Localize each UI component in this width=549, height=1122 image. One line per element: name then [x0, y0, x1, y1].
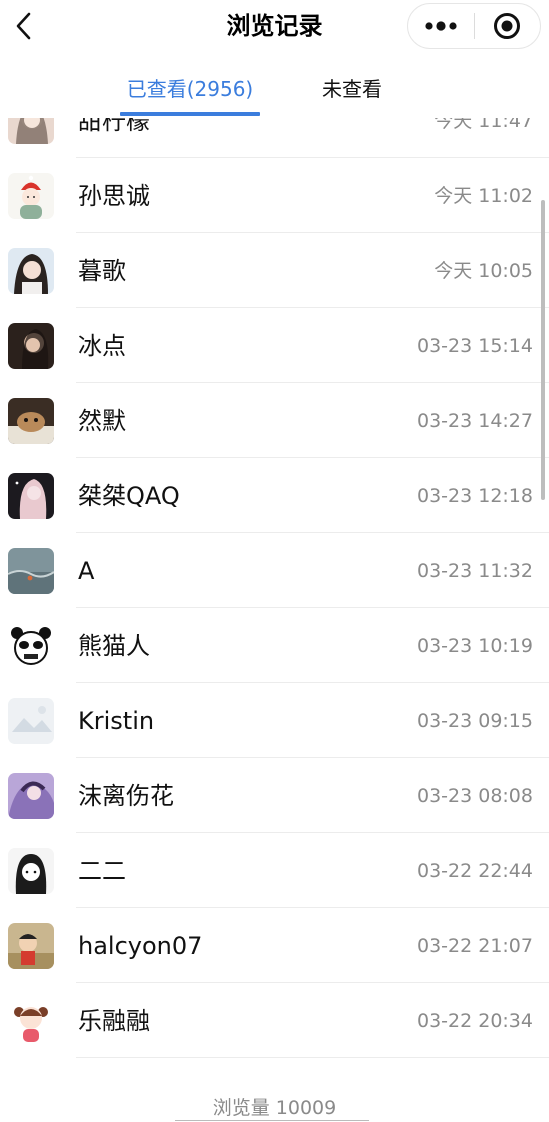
footer-divider	[175, 1120, 369, 1121]
avatar	[8, 173, 54, 219]
list-item[interactable]: 桀桀QAQ 03-23 12:18	[0, 458, 549, 533]
record-time: 03-23 15:14	[416, 335, 533, 357]
record-time: 03-22 21:07	[416, 935, 533, 957]
record-time: 今天 11:02	[434, 185, 533, 207]
tab-unviewed[interactable]: 未查看	[316, 72, 388, 106]
avatar	[8, 923, 54, 969]
nav-bar: 浏览记录	[0, 0, 549, 52]
avatar	[8, 548, 54, 594]
record-name: 孙思诚	[78, 182, 150, 210]
record-time: 03-23 11:32	[416, 560, 533, 582]
record-time: 03-23 08:08	[416, 785, 533, 807]
avatar	[8, 473, 54, 519]
record-name: 冰点	[78, 332, 126, 360]
record-time: 今天 11:47	[434, 118, 533, 132]
record-time: 03-22 22:44	[416, 860, 533, 882]
avatar	[8, 323, 54, 369]
avatar	[8, 998, 54, 1044]
record-name: 桀桀QAQ	[78, 482, 180, 510]
record-name: A	[78, 557, 95, 585]
list-item[interactable]: 熊猫人 03-23 10:19	[0, 608, 549, 683]
list-item[interactable]: halcyon07 03-22 21:07	[0, 908, 549, 983]
list-item[interactable]: Kristin 03-23 09:15	[0, 683, 549, 758]
view-count: 浏览量 10009	[212, 1097, 337, 1119]
avatar	[8, 848, 54, 894]
list-item[interactable]: 孙思诚 今天 11:02	[0, 158, 549, 233]
record-name: 沫离伤花	[78, 782, 174, 810]
tab-viewed[interactable]: 已查看(2956)	[120, 72, 260, 106]
record-time: 03-22 20:34	[416, 1010, 533, 1032]
record-list-viewport[interactable]: 甜柠檬 今天 11:47 孙思诚 今天 11:02 暮歌 今天 10:05 冰点	[0, 118, 549, 1080]
scrollbar[interactable]	[541, 200, 545, 500]
list-item[interactable]: 冰点 03-23 15:14	[0, 308, 549, 383]
avatar	[8, 118, 54, 144]
list-item[interactable]: 甜柠檬 今天 11:47	[0, 118, 549, 158]
record-name: 乐融融	[78, 1007, 150, 1035]
record-name: 然默	[78, 407, 126, 435]
mini-program-capsule	[407, 3, 541, 49]
record-name: 二二	[78, 857, 126, 885]
record-time: 03-23 12:18	[416, 485, 533, 507]
avatar	[8, 773, 54, 819]
record-name: 熊猫人	[78, 632, 150, 660]
close-button[interactable]	[475, 4, 541, 48]
record-time: 03-23 09:15	[416, 710, 533, 732]
avatar	[8, 248, 54, 294]
record-time: 03-23 10:19	[416, 635, 533, 657]
list-item[interactable]: 乐融融 03-22 20:34	[0, 983, 549, 1058]
tab-bar: 已查看(2956) 未查看	[0, 62, 549, 118]
list-item[interactable]: 然默 03-23 14:27	[0, 383, 549, 458]
record-name: Kristin	[78, 707, 155, 735]
record-list: 甜柠檬 今天 11:47 孙思诚 今天 11:02 暮歌 今天 10:05 冰点	[0, 118, 549, 1080]
more-dots-icon	[425, 21, 457, 31]
record-name: 暮歌	[78, 257, 126, 285]
list-item[interactable]: 暮歌 今天 10:05	[0, 233, 549, 308]
record-name: halcyon07	[78, 932, 203, 960]
avatar	[8, 398, 54, 444]
more-button[interactable]	[408, 4, 474, 48]
record-time: 03-23 14:27	[416, 410, 533, 432]
footer: 浏览量 10009	[0, 1080, 549, 1122]
list-item[interactable]: 沫离伤花 03-23 08:08	[0, 758, 549, 833]
avatar	[8, 698, 54, 744]
record-time: 今天 10:05	[434, 260, 533, 282]
list-item[interactable]	[0, 1058, 549, 1080]
list-item[interactable]: A 03-23 11:32	[0, 533, 549, 608]
target-close-icon	[494, 13, 521, 39]
avatar	[8, 623, 54, 669]
avatar	[8, 1073, 54, 1080]
active-tab-indicator	[120, 112, 260, 116]
record-name: 甜柠檬	[78, 118, 150, 135]
list-item[interactable]: 二二 03-22 22:44	[0, 833, 549, 908]
